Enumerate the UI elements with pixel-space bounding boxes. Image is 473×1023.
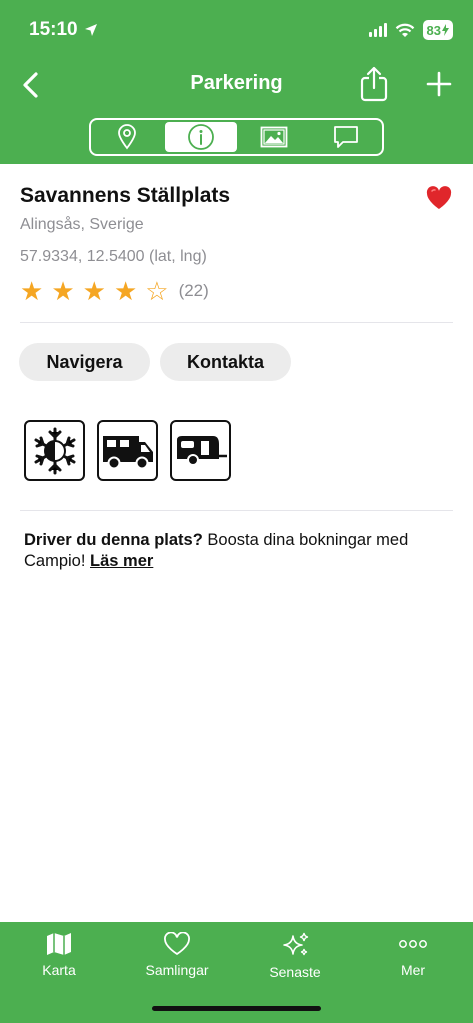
contact-button[interactable]: Kontakta [160,343,291,381]
charging-bolt-icon [442,24,449,36]
motorhome-icon[interactable] [97,420,158,481]
sparkles-icon [283,932,309,956]
location-arrow-icon [84,24,97,36]
share-button[interactable] [359,66,389,102]
caravan-icon[interactable] [170,420,231,481]
status-bar: 15:10 83 [0,0,473,60]
photo-icon [260,126,288,148]
tab-mer[interactable]: Mer [363,932,463,978]
navigate-button[interactable]: Navigera [19,343,150,381]
nav-bar: Parkering [0,60,473,110]
tab-bar: Karta Samlingar Senaste Mer [0,922,473,1023]
tab-label: Karta [42,962,76,978]
location-pin-icon [117,124,136,150]
tab-comments[interactable] [310,120,382,154]
divider [20,510,453,511]
home-indicator [152,1006,321,1011]
promo-heading: Driver du denna plats? [24,531,203,549]
star-filled-icon: ★ [51,276,75,306]
rating[interactable]: ★ ★ ★ ★ ☆ (22) [20,278,209,304]
battery-indicator: 83 [422,20,453,40]
info-icon [187,124,214,150]
facility-icons [24,420,231,481]
rating-count: (22) [178,281,209,300]
tab-samlingar[interactable]: Samlingar [127,932,227,978]
divider [20,322,453,323]
status-icons: 83 [368,20,453,40]
tab-info[interactable] [164,122,237,152]
place-location: Alingsås, Sverige [20,216,144,233]
place-coordinates: 57.9334, 12.5400 (lat, lng) [20,248,207,265]
page-title: Parkering [190,72,283,94]
read-more-link[interactable]: Läs mer [90,552,153,570]
tab-label: Mer [400,962,426,978]
header: 15:10 83 Parkering [0,0,473,164]
status-time: 15:10 [29,19,98,41]
signal-icon [368,23,387,37]
map-icon [47,933,71,955]
heart-icon [164,932,190,956]
winter-open-icon[interactable] [24,420,85,481]
star-filled-icon: ★ [20,276,44,306]
tab-map[interactable] [91,120,163,154]
tab-label: Samlingar [145,962,209,978]
tab-photos[interactable] [239,120,311,154]
tab-label: Senaste [269,964,321,980]
add-button[interactable] [425,70,453,98]
more-icon [399,940,427,948]
wifi-icon [395,23,414,37]
tab-senaste[interactable]: Senaste [245,932,345,980]
favorite-heart-icon[interactable] [426,186,452,210]
star-filled-icon: ★ [82,276,106,306]
section-switcher [89,118,384,156]
star-filled-icon: ★ [113,276,138,306]
owner-promo: Driver du denna plats? Boosta dina bokni… [24,530,449,572]
tab-karta[interactable]: Karta [9,932,109,978]
comment-icon [334,126,359,148]
star-empty-icon: ☆ [145,276,169,306]
place-title: Savannens Ställplats [20,184,231,207]
